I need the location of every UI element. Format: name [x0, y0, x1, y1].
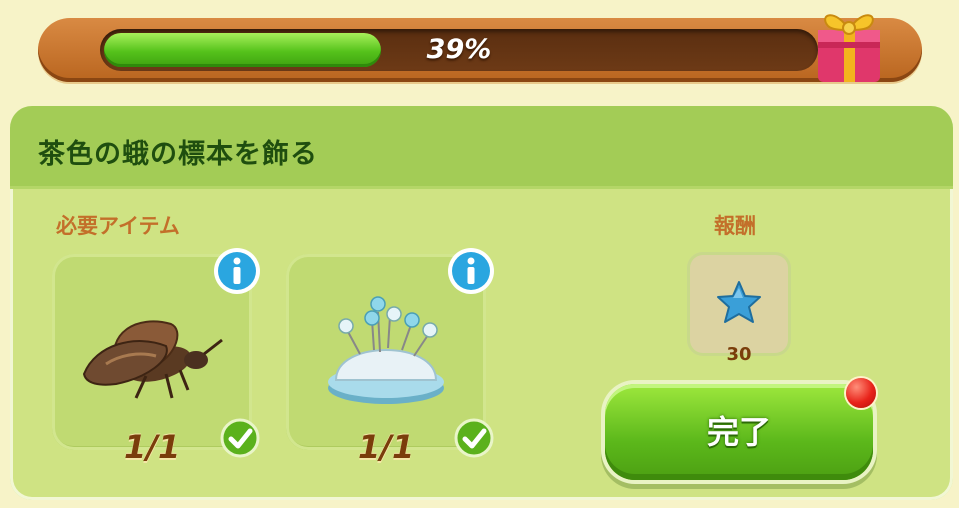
quest-progress-bar: 39% — [38, 18, 922, 82]
item-count: 1/1 — [124, 428, 181, 466]
complete-button[interactable]: 完了 — [605, 384, 873, 480]
quest-title: 茶色の蛾の標本を飾る — [38, 139, 318, 170]
progress-track: 39% — [100, 29, 818, 71]
reward-label: 報酬 — [714, 214, 756, 238]
notification-dot — [846, 378, 876, 408]
required-items-label: 必要アイテム — [56, 214, 180, 238]
moth-specimen-icon — [82, 320, 223, 399]
info-icon[interactable] — [212, 246, 262, 296]
complete-button-label: 完了 — [706, 413, 771, 451]
reward-amount: 30 — [726, 344, 752, 365]
info-icon[interactable] — [446, 246, 496, 296]
quest-panel: 茶色の蛾の標本を飾る 必要アイテム 報酬 1/1 1/1 30 完了 — [10, 106, 953, 500]
item-count: 1/1 — [358, 428, 415, 466]
pin-cushion-icon — [328, 296, 444, 404]
checkmark-icon — [454, 418, 494, 458]
blue-star-icon — [717, 281, 761, 323]
gift-box-icon[interactable] — [810, 0, 888, 86]
progress-percent: 39% — [426, 34, 492, 65]
quest-header: 茶色の蛾の標本を飾る — [10, 106, 953, 189]
required-item-moth[interactable]: 1/1 — [52, 248, 260, 466]
reward-slot[interactable] — [687, 252, 791, 356]
required-item-pin-cushion[interactable]: 1/1 — [286, 248, 494, 466]
checkmark-icon — [220, 418, 260, 458]
